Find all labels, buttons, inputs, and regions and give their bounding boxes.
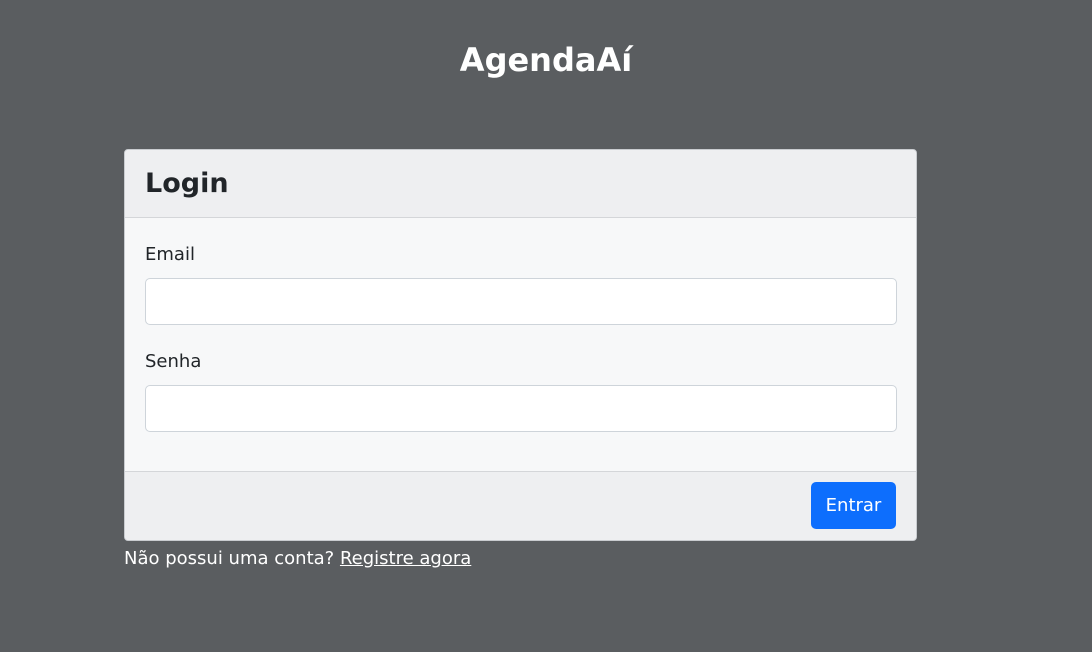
register-prompt-line: Não possui uma conta? Registre agora <box>124 547 471 571</box>
register-prompt-text: Não possui uma conta? <box>124 548 335 569</box>
register-link[interactable]: Registre agora <box>340 548 471 569</box>
password-label: Senha <box>145 351 202 372</box>
app-title: AgendaAí <box>459 41 633 79</box>
card-body: Email Senha <box>125 218 916 473</box>
password-field[interactable] <box>145 385 897 432</box>
login-card: Login Email Senha Entrar <box>124 149 917 541</box>
email-field[interactable] <box>145 278 897 325</box>
email-label: Email <box>145 244 195 265</box>
card-footer: Entrar <box>125 471 916 540</box>
card-title: Login <box>145 167 229 199</box>
card-header: Login <box>125 150 916 218</box>
login-button[interactable]: Entrar <box>811 482 896 529</box>
